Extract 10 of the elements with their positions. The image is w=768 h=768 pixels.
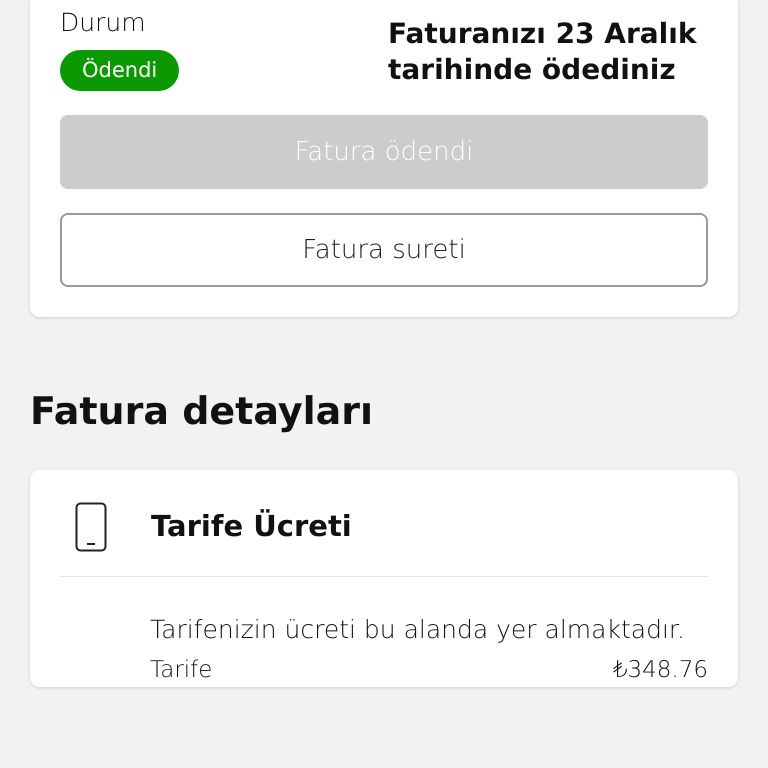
row-value: ₺348.76 — [612, 656, 708, 684]
card-title: Tarife Ücreti — [151, 508, 352, 546]
row-label: Tarife — [150, 656, 212, 684]
invoice-copy-button[interactable]: Fatura sureti — [60, 213, 708, 287]
status-badge: Ödendi — [60, 50, 180, 91]
phone-icon — [75, 502, 107, 552]
description-text: Tarifenizin ücreti bu alanda yer almaktadır. — [150, 614, 686, 646]
status-label: Durum — [60, 7, 147, 39]
payment-message: Faturanızı 23 Aralık tarihinde ödediniz — [388, 16, 698, 88]
section-title: Fatura detayları — [30, 388, 374, 435]
